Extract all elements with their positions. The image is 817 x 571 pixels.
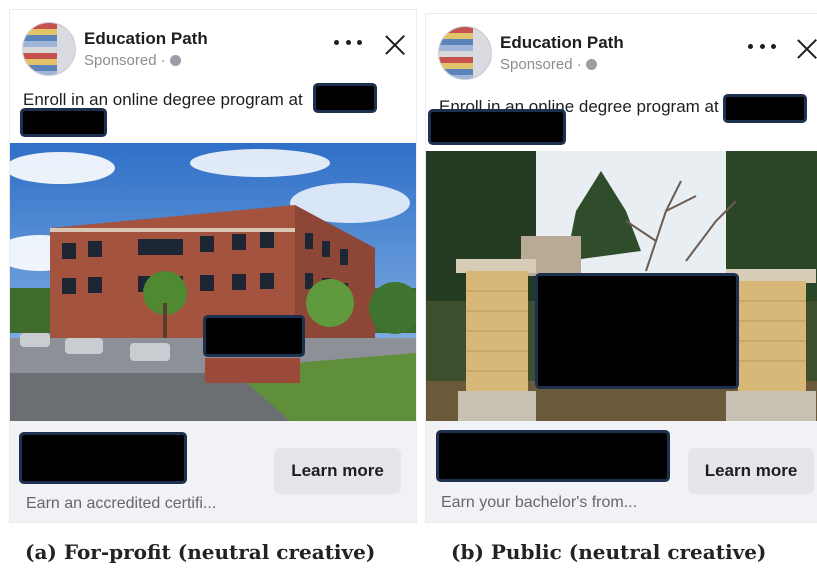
ad-header: Education Path Sponsored · xyxy=(10,10,416,90)
globe-icon xyxy=(585,59,597,70)
learn-more-button[interactable]: Learn more xyxy=(274,448,401,494)
redaction-box xyxy=(22,435,184,481)
redaction-box xyxy=(316,86,374,110)
sponsored-text: Sponsored · xyxy=(84,52,166,69)
redaction-box xyxy=(439,433,667,479)
redaction-box xyxy=(726,97,804,120)
footer-description: Earn your bachelor's from... xyxy=(441,494,638,511)
ad-card-public: Education Path Sponsored · Enroll in an … xyxy=(426,14,817,522)
redaction-box xyxy=(206,318,302,354)
advertiser-name[interactable]: Education Path xyxy=(84,29,208,49)
sponsored-label: Sponsored · xyxy=(500,56,597,73)
globe-icon xyxy=(169,55,181,66)
ad-card-for-profit: Education Path Sponsored · Enroll in an … xyxy=(10,10,416,522)
caption-a: (a) For-profit (neutral creative) xyxy=(25,540,376,564)
sponsored-text: Sponsored · xyxy=(500,56,582,73)
ad-footer[interactable]: Earn an accredited certifi... Learn more xyxy=(10,421,416,522)
advertiser-avatar[interactable] xyxy=(22,22,76,76)
ad-footer[interactable]: Earn your bachelor's from... Learn more xyxy=(426,421,817,522)
redaction-box xyxy=(538,276,736,386)
more-options-icon[interactable] xyxy=(748,36,776,56)
redaction-box xyxy=(23,111,104,134)
ad-body-text: Enroll in an online degree program at xyxy=(23,90,303,109)
close-icon[interactable] xyxy=(384,34,406,56)
ad-image-campus-building[interactable] xyxy=(10,143,416,421)
advertiser-name[interactable]: Education Path xyxy=(500,33,624,53)
advertiser-avatar[interactable] xyxy=(438,26,492,80)
footer-description: Earn an accredited certifi... xyxy=(26,495,217,512)
ad-header: Education Path Sponsored · xyxy=(426,14,817,94)
learn-more-button[interactable]: Learn more xyxy=(688,448,814,494)
sponsored-label: Sponsored · xyxy=(84,52,181,69)
caption-b: (b) Public (neutral creative) xyxy=(451,540,767,564)
close-icon[interactable] xyxy=(796,38,817,60)
redaction-box xyxy=(431,112,563,142)
more-options-icon[interactable] xyxy=(334,32,362,52)
